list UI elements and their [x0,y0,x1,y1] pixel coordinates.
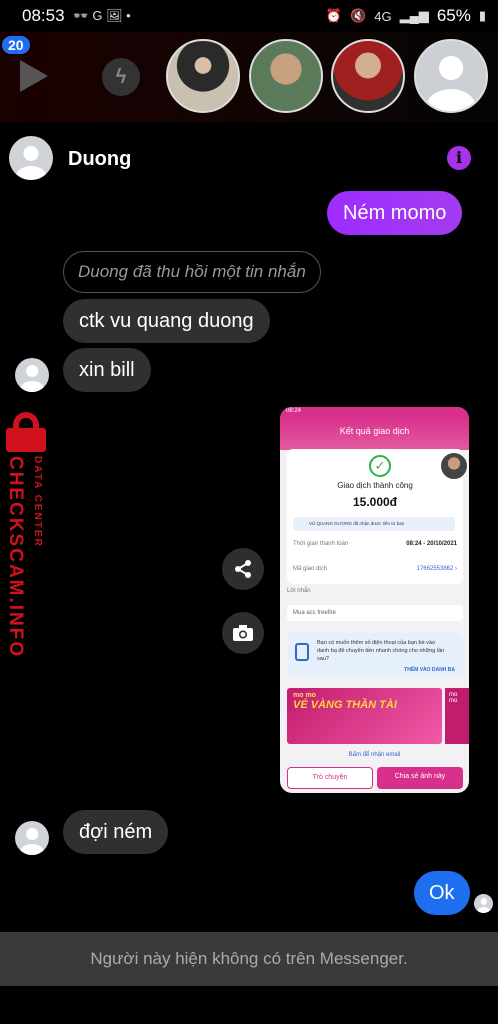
shot-header: Kết quả giao dịch [280,416,469,450]
seen-avatar [474,894,493,913]
camera-icon [233,625,253,641]
unread-badge: 20 [2,36,30,54]
alarm-icon: ⏰ [325,8,343,23]
check-icon: ✓ [369,455,391,477]
message-value: Mua acc freefire [287,605,463,621]
code-row: Mã giao dịch 17662553862 › [293,566,457,572]
contact-avatar[interactable] [9,136,53,180]
code-value: 17662553862 › [416,566,457,572]
add-contact-link: THÊM VÀO DANH BẠ [404,667,455,673]
message-outgoing-1[interactable]: Ném momo [327,191,463,235]
email-link: Bấm để nhận email [348,752,401,758]
banner-brand: mo mo [293,692,316,699]
lock-icon [4,412,48,452]
transaction-status: Giao dịch thành công [337,481,413,490]
watermark-main-text: CHECKSCAM.INFO [5,456,26,659]
recalled-message-notice: Duong đã thu hồi một tin nhắn [63,251,321,293]
status-notification-icons: 👓 G 🖼 • [72,8,131,23]
status-left: 08:53 👓 G 🖼 • [22,6,131,26]
message-incoming-2[interactable]: xin bill [63,348,151,392]
message-label: Lời nhắn [287,588,311,594]
code-label: Mã giao dịch [293,566,328,572]
status-bar: 08:53 👓 G 🖼 • ⏰ 🔇 4G ▂▄▆ 65% ▮ [0,0,498,32]
signal-icon: ▂▄▆ [399,8,429,23]
checkscam-watermark: CHECKSCAM.INFO DATA CENTER [0,406,56,658]
sender-avatar[interactable] [15,821,49,855]
story-avatar-2[interactable] [249,39,323,113]
contact-prompt-text: Bạn có muốn thêm số điện thoại của bạn b… [317,640,445,662]
camera-button[interactable] [222,612,264,654]
sender-avatar[interactable] [15,358,49,392]
share-image-button: Chia sẻ ảnh này [377,767,463,789]
story-avatar-4[interactable] [414,39,488,113]
chat-button: Trò chuyện [287,767,373,789]
transaction-amount: 15.000đ [352,495,398,509]
messenger-icon[interactable]: ϟ [102,58,140,96]
promo-banner: mo mo VÉ VÀNG THẦN TÀI [287,688,442,744]
time-row: Thời gian thanh toán 08:24 - 20/10/2021 [293,541,457,547]
status-right: ⏰ 🔇 4G ▂▄▆ 65% ▮ [326,6,486,26]
time-label: Thời gian thanh toán [293,541,349,547]
mute-icon: 🔇 [350,8,367,23]
battery-level: 65% [436,6,471,25]
story-avatar-1[interactable] [166,39,240,113]
network-type: 4G [374,8,392,24]
share-icon [235,560,251,578]
shot-header-title: Kết quả giao dịch [339,426,410,436]
unavailable-notice: Người này hiện không có trên Messenger. [0,932,498,986]
message-outgoing-2[interactable]: Ok [414,871,470,915]
info-icon[interactable]: i [447,146,471,170]
banner-title: VÉ VÀNG THẦN TÀI [293,699,397,711]
contact-name[interactable]: Duong [68,148,131,171]
story-avatar-3[interactable] [331,39,405,113]
shared-screenshot[interactable]: 08:24 Kết quả giao dịch ✓ Giao dịch thàn… [280,407,469,793]
time-value: 08:24 - 20/10/2021 [406,541,457,547]
play-icon[interactable] [20,60,48,92]
promo-banner-2: mo mo [445,688,469,744]
status-time: 08:53 [22,6,65,25]
transaction-note: VŨ QUANG DƯƠNG đã nhận được tiền từ bạn [293,517,455,531]
share-button[interactable] [222,548,264,590]
watermark-sub-text: DATA CENTER [32,456,43,548]
chat-header: Duong i [0,128,498,190]
message-incoming-1[interactable]: ctk vu quang duong [63,299,270,343]
message-incoming-3[interactable]: đợi ném [63,810,169,854]
shot-avatar [440,452,468,480]
battery-icon: ▮ [478,8,486,23]
shot-status-time: 08:24 [280,407,469,416]
transaction-card: ✓ Giao dịch thành công 15.000đ VŨ QUANG … [287,449,463,584]
phone-icon [295,643,309,661]
add-contact-prompt: Bạn có muốn thêm số điện thoại của bạn b… [287,633,463,677]
